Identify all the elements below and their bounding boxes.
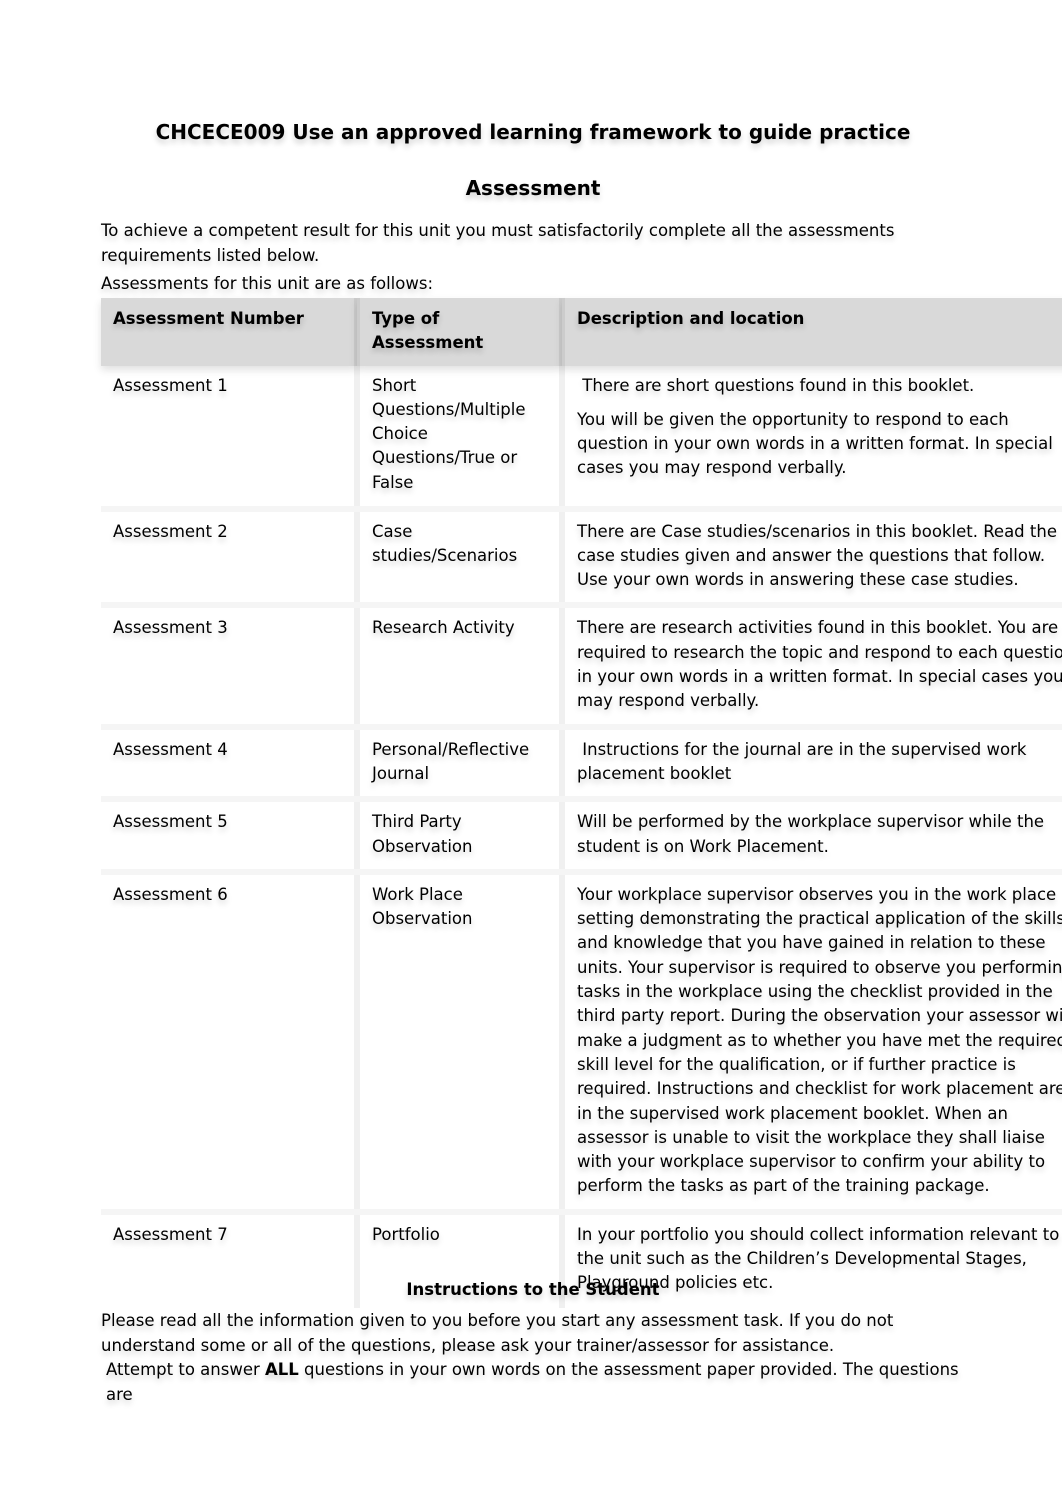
table-row: Assessment 5 Third Party Observation Wil… <box>101 799 1062 875</box>
table-header-row: Assessment Number Type of Assessment Des… <box>101 298 1062 366</box>
description-line: There are short questions found in this … <box>577 375 975 395</box>
description-line: There are Case studies/scenarios in this… <box>577 521 1057 590</box>
instructions-paragraph: Please read all the information given to… <box>101 1311 894 1355</box>
instructions-paragraph-attempt: Attempt to answer ALL questions in your … <box>101 1358 981 1407</box>
description-line: You will be given the opportunity to res… <box>577 409 1053 478</box>
intro-section: To achieve a competent result for this u… <box>101 218 921 296</box>
table-row: Assessment 1 Short Questions/Multiple Ch… <box>101 365 1062 512</box>
assessment-number: Assessment 5 <box>101 799 357 875</box>
assessment-type: Work Place Observation <box>354 871 562 1215</box>
instructions-section: Please read all the information given to… <box>101 1309 981 1407</box>
assessment-description: There are research activities found in t… <box>559 605 1062 730</box>
assessment-type: Third Party Observation <box>354 799 562 875</box>
table-row: Assessment 4 Personal/Reflective Journal… <box>101 726 1062 803</box>
assessment-number: Assessment 4 <box>101 726 357 803</box>
assessment-description: Your workplace supervisor observes you i… <box>559 871 1062 1215</box>
intro-paragraph: To achieve a competent result for this u… <box>101 221 895 265</box>
assessment-number: Assessment 3 <box>101 605 357 730</box>
header-assessment-number: Assessment Number <box>101 298 357 366</box>
table-row: Assessment 6 Work Place Observation Your… <box>101 871 1062 1215</box>
description-line: Instructions for the journal are in the … <box>577 739 1032 783</box>
document-title: CHCECE009 Use an approved learning frame… <box>155 120 911 144</box>
document-subtitle: Assessment <box>465 176 601 200</box>
attempt-text-before: Attempt to answer <box>106 1360 265 1379</box>
assessment-type: Case studies/Scenarios <box>354 508 562 609</box>
assessment-description: Will be performed by the workplace super… <box>559 799 1062 875</box>
assessment-type: Short Questions/Multiple Choice Question… <box>354 365 562 512</box>
assessment-number: Assessment 1 <box>101 365 357 512</box>
assessment-type: Personal/Reflective Journal <box>354 726 562 803</box>
assessment-number: Assessment 6 <box>101 871 357 1215</box>
assessment-table: Assessment Number Type of Assessment Des… <box>101 298 1062 1308</box>
attempt-text-bold: ALL <box>265 1360 299 1379</box>
assessment-description: Instructions for the journal are in the … <box>559 726 1062 803</box>
assessment-number: Assessment 2 <box>101 508 357 609</box>
assessment-description: There are Case studies/scenarios in this… <box>559 508 1062 609</box>
table-row: Assessment 2 Case studies/Scenarios Ther… <box>101 508 1062 609</box>
header-description: Description and location <box>559 298 1062 366</box>
description-line: Will be performed by the workplace super… <box>577 812 1045 856</box>
header-type-of-assessment: Type of Assessment <box>354 298 562 366</box>
assessment-description: There are short questions found in this … <box>559 365 1062 512</box>
list-intro: Assessments for this unit are as follows… <box>101 274 434 293</box>
description-line: Your workplace supervisor observes you i… <box>577 884 1062 1196</box>
description-line: There are research activities found in t… <box>577 618 1062 711</box>
assessment-type: Research Activity <box>354 605 562 730</box>
table-row: Assessment 3 Research Activity There are… <box>101 605 1062 730</box>
instructions-heading: Instructions to the Student <box>406 1280 660 1299</box>
